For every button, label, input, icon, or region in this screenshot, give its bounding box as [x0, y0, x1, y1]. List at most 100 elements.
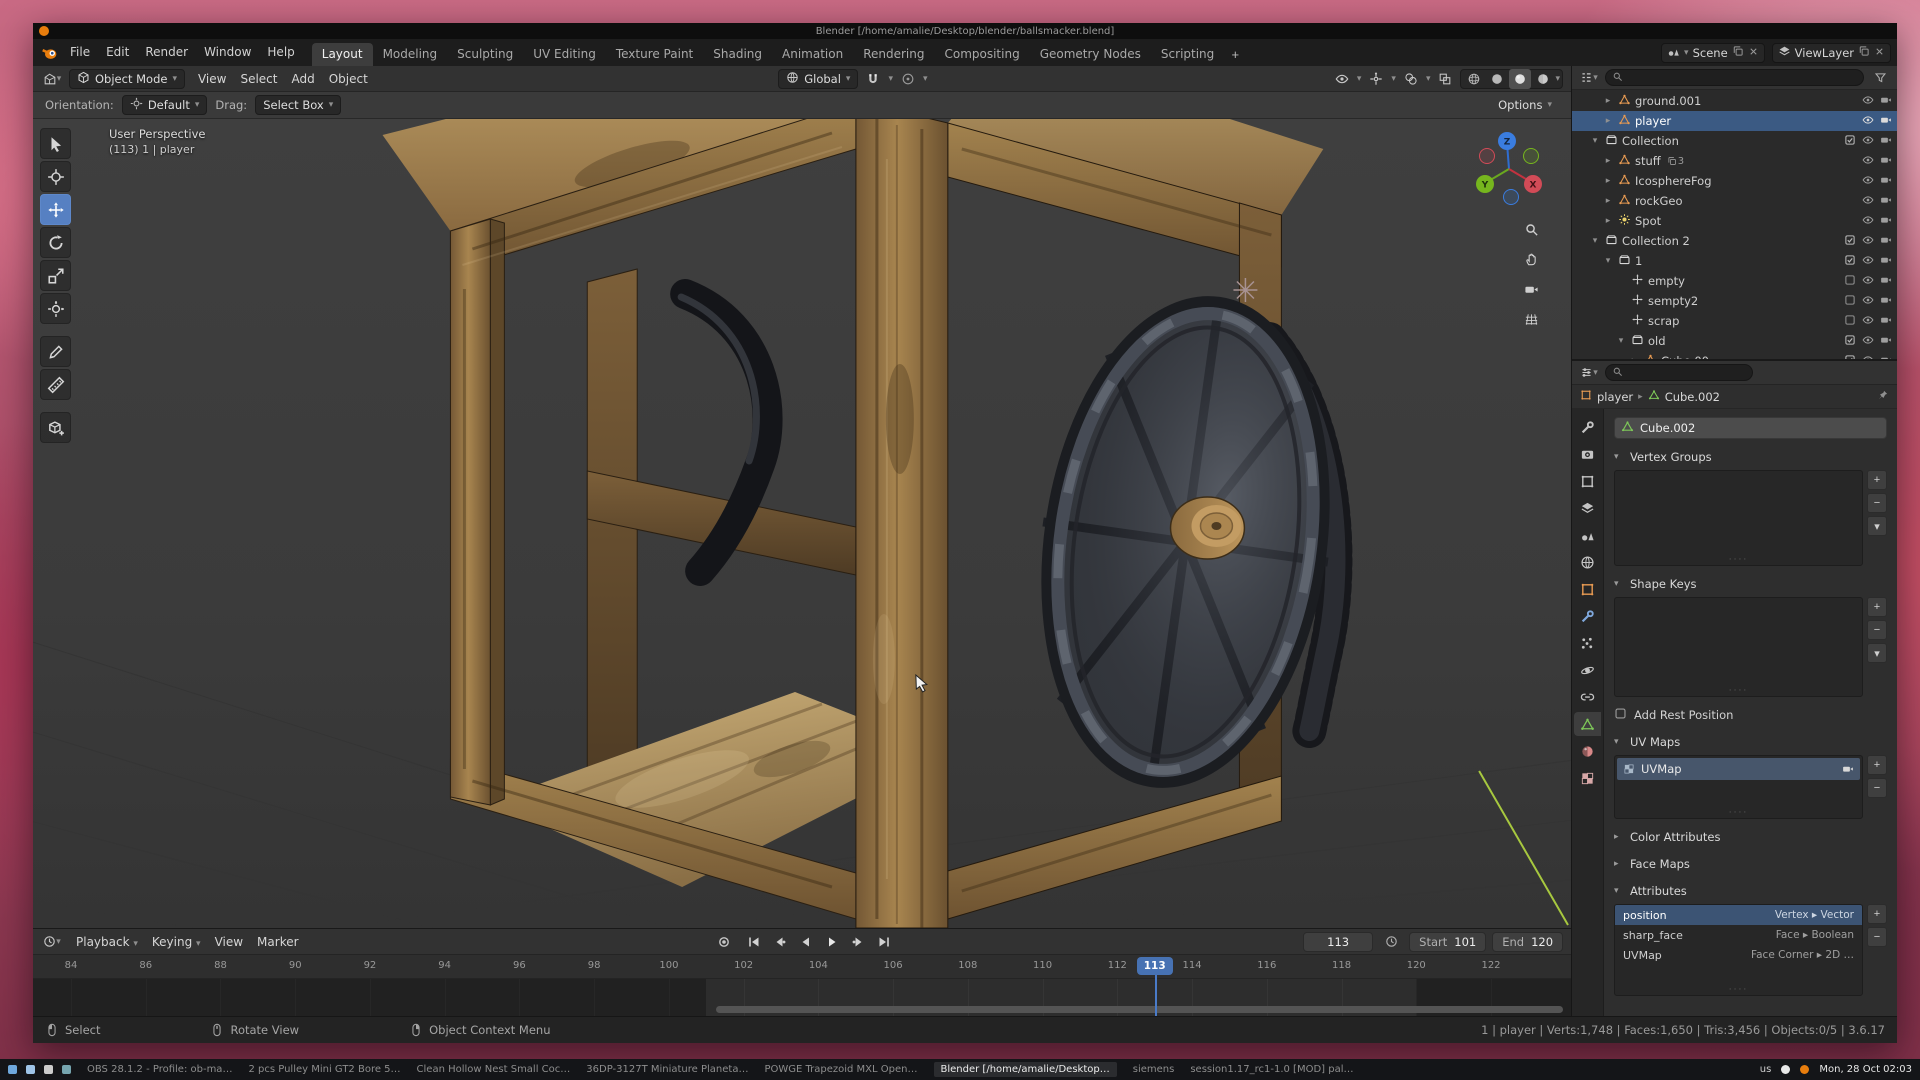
current-frame-chip[interactable]: 113 [1137, 957, 1173, 975]
xray-toggle-button[interactable] [1434, 69, 1456, 89]
toggle-perspective-button[interactable] [1520, 309, 1542, 329]
workspace-tab-modeling[interactable]: Modeling [373, 43, 448, 66]
add-vertex-group-button[interactable]: + [1867, 470, 1887, 490]
tool-transform[interactable] [40, 293, 71, 324]
uv-maps-header[interactable]: ▾ UV Maps [1614, 733, 1887, 751]
checkbox-empty-toggle[interactable] [1844, 274, 1856, 289]
taskbar-item-powge-trapezoid[interactable]: POWGE Trapezoid MXL Open… [764, 1064, 917, 1075]
orientation-dropdown[interactable]: Default ▾ [122, 95, 208, 115]
shading-wireframe-button[interactable] [1463, 69, 1485, 89]
proportional-options-chevron[interactable]: ▾ [923, 74, 928, 84]
outliner-row-collection[interactable]: ▾Collection [1572, 131, 1897, 151]
workspace-tab-compositing[interactable]: Compositing [934, 43, 1029, 66]
shape-keys-list[interactable]: ···· [1614, 597, 1863, 697]
outliner-row-stuff[interactable]: ▸stuff3 [1572, 151, 1897, 171]
eye-toggle[interactable] [1862, 94, 1874, 109]
outliner-row-scrap[interactable]: scrap [1572, 311, 1897, 331]
camera-toggle[interactable] [1880, 134, 1892, 149]
tool-move[interactable] [40, 194, 71, 225]
properties-tab-constraints[interactable] [1574, 685, 1601, 709]
workspace-tab-texture-paint[interactable]: Texture Paint [606, 43, 703, 66]
previous-keyframe-button[interactable] [768, 932, 792, 952]
zoom-button[interactable] [1520, 219, 1542, 239]
workspace-tab-geometry-nodes[interactable]: Geometry Nodes [1030, 43, 1151, 66]
start-frame-field[interactable]: Start101 [1409, 932, 1486, 952]
breadcrumb-object[interactable]: player [1597, 390, 1633, 404]
checkbox-empty-toggle[interactable] [1844, 294, 1856, 309]
timeline-menu-playback[interactable]: Playback ▾ [69, 935, 145, 949]
remove-attribute-button[interactable]: − [1867, 927, 1887, 947]
tool-add-cube[interactable] [40, 412, 71, 443]
outliner-search-input[interactable] [1605, 69, 1864, 86]
timeline-ruler[interactable]: 8486889092949698100102104106108110112114… [33, 955, 1571, 979]
workspace-tab-sculpting[interactable]: Sculpting [447, 43, 523, 66]
checkbox-toggle[interactable] [1844, 334, 1856, 349]
add-shape-key-button[interactable]: + [1867, 597, 1887, 617]
tool-cursor[interactable] [40, 161, 71, 192]
tool-measure[interactable] [40, 369, 71, 400]
launcher-icon-0[interactable] [8, 1065, 17, 1074]
viewport-menu-add[interactable]: Add [285, 72, 322, 86]
vertex-groups-header[interactable]: ▾ Vertex Groups [1614, 448, 1887, 466]
eye-toggle[interactable] [1862, 254, 1874, 269]
expand-arrow[interactable]: ▾ [1589, 236, 1601, 246]
workspace-tab-layout[interactable]: Layout [312, 43, 373, 66]
eye-toggle[interactable] [1862, 154, 1874, 169]
taskbar-item-obs-28-1-2-pro[interactable]: OBS 28.1.2 - Profile: ob-ma… [87, 1064, 232, 1075]
outliner-row-cube-00[interactable]: ▸Cube.00 [1572, 351, 1897, 359]
blender-logo-icon[interactable] [39, 44, 61, 62]
properties-tab-output[interactable] [1574, 469, 1601, 493]
viewport-menu-object[interactable]: Object [322, 72, 375, 86]
eye-toggle[interactable] [1862, 114, 1874, 129]
properties-editor-type-button[interactable]: ▾ [1578, 363, 1600, 383]
menu-render[interactable]: Render [137, 39, 196, 66]
frame-near-post[interactable] [856, 119, 948, 928]
timeline-menu-view[interactable]: View [208, 935, 250, 949]
launcher-icon-3[interactable] [62, 1065, 71, 1074]
eye-toggle[interactable] [1862, 334, 1874, 349]
empty-marker[interactable] [1233, 278, 1257, 302]
shading-rendered-button[interactable] [1532, 69, 1554, 89]
eye-toggle[interactable] [1862, 354, 1874, 360]
eye-toggle[interactable] [1862, 174, 1874, 189]
menu-help[interactable]: Help [259, 39, 302, 66]
editor-type-button[interactable]: ▾ [41, 69, 63, 89]
timeline-scrollbar[interactable] [716, 1006, 1563, 1013]
unlink-scene-icon[interactable] [1748, 46, 1759, 60]
taskbar-item-clean-hollow-nes[interactable]: Clean Hollow Nest Small Coc… [417, 1064, 571, 1075]
checkbox-toggle[interactable] [1844, 254, 1856, 269]
eye-toggle[interactable] [1862, 194, 1874, 209]
checkbox-icon[interactable] [1614, 707, 1627, 723]
camera-toggle[interactable] [1880, 314, 1892, 329]
taskbar-item-2-pcs-pulley-min[interactable]: 2 pcs Pulley Mini GT2 Bore 5… [248, 1064, 400, 1075]
menu-file[interactable]: File [62, 39, 98, 66]
properties-tab-texture[interactable] [1574, 766, 1601, 790]
expand-arrow[interactable]: ▸ [1602, 156, 1614, 166]
scene-selector[interactable]: ▾ Scene [1661, 43, 1765, 63]
properties-tab-world[interactable] [1574, 550, 1601, 574]
expand-arrow[interactable]: ▸ [1602, 96, 1614, 106]
tool-select-box[interactable] [40, 128, 71, 159]
new-viewlayer-icon[interactable] [1858, 45, 1870, 60]
taskbar-item-siemens[interactable]: siemens [1133, 1064, 1175, 1075]
add-rest-position-row[interactable]: Add Rest Position [1614, 706, 1887, 724]
expand-arrow[interactable]: ▾ [1589, 136, 1601, 146]
show-gizmos-button[interactable] [1365, 69, 1387, 89]
workspace-tab-scripting[interactable]: Scripting [1151, 43, 1224, 66]
uv-maps-list[interactable]: UVMap ···· [1614, 755, 1863, 819]
camera-toggle[interactable] [1880, 214, 1892, 229]
remove-shape-key-button[interactable]: − [1867, 620, 1887, 640]
menu-window[interactable]: Window [196, 39, 259, 66]
auto-keying-button[interactable] [712, 932, 736, 952]
workspace-tab-shading[interactable]: Shading [703, 43, 772, 66]
tool-scale[interactable] [40, 260, 71, 291]
keyboard-layout-indicator[interactable]: us [1760, 1064, 1772, 1075]
outliner-editor-type-button[interactable]: ▾ [1578, 68, 1600, 88]
expand-arrow[interactable]: ▸ [1628, 356, 1640, 359]
outliner-row-player[interactable]: ▸player [1572, 111, 1897, 131]
remove-uv-map-button[interactable]: − [1867, 778, 1887, 798]
snap-toggle-button[interactable] [862, 69, 884, 89]
color-attributes-header[interactable]: ▸ Color Attributes [1614, 828, 1887, 846]
expand-arrow[interactable]: ▸ [1602, 116, 1614, 126]
camera-toggle[interactable] [1880, 274, 1892, 289]
